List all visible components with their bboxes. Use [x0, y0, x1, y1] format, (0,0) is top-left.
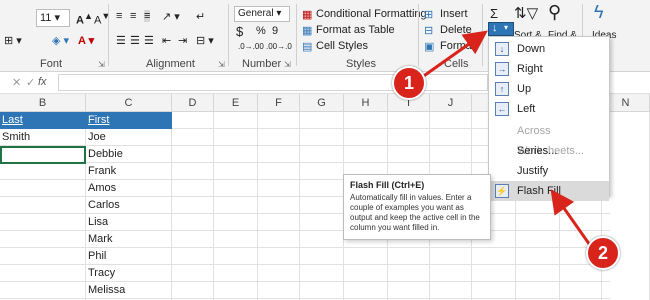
- callout-arrow-1: [417, 30, 488, 82]
- callout-arrow-2: [550, 189, 594, 249]
- callout-arrows: [417, 30, 594, 249]
- callout-badge-1: 1: [392, 66, 426, 100]
- callout-badge-2: 2: [586, 236, 620, 270]
